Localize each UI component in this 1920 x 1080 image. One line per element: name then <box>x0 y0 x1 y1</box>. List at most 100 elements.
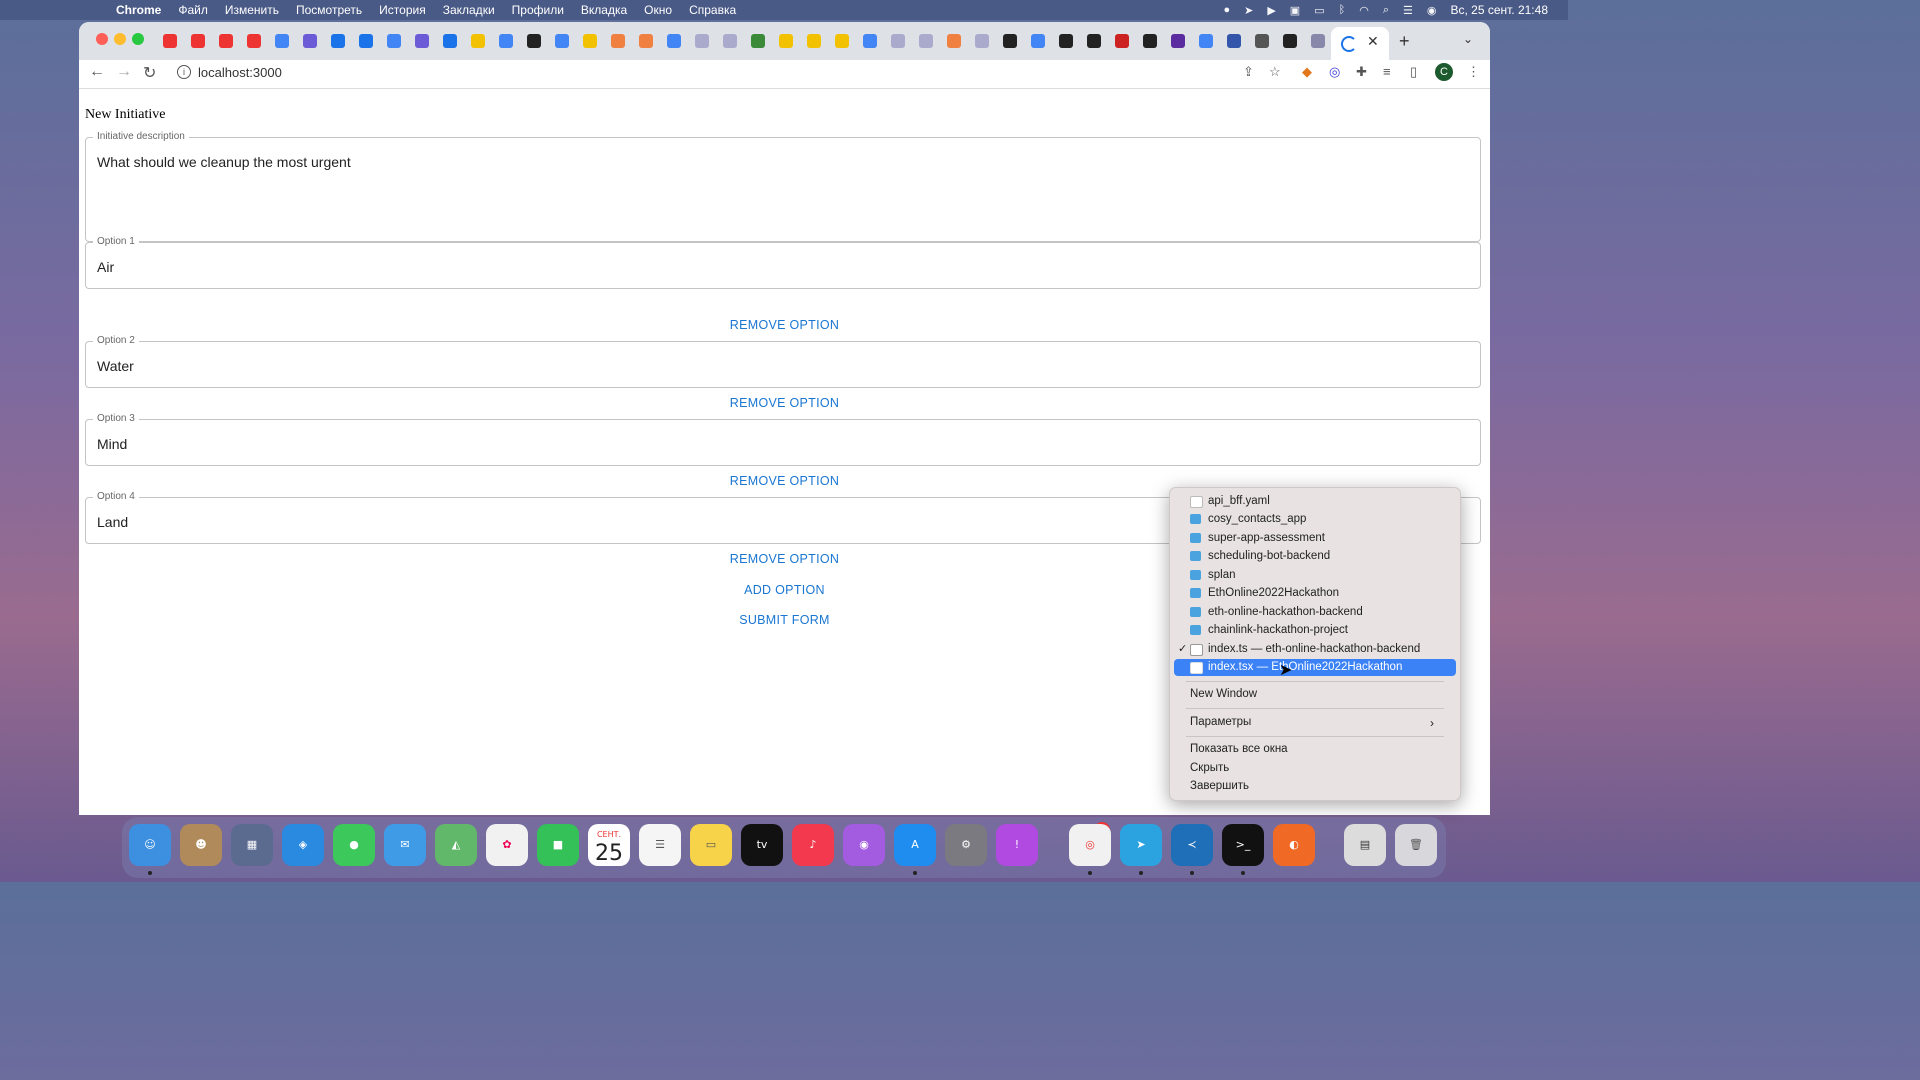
firefox-icon[interactable]: ◐ <box>1273 824 1315 866</box>
pinned-tab-favicon-icon[interactable] <box>331 34 345 48</box>
music-icon[interactable]: ♪ <box>792 824 834 866</box>
close-window-button[interactable] <box>96 33 108 45</box>
pinned-tab-favicon-icon[interactable] <box>219 34 233 48</box>
forward-icon[interactable]: → <box>116 63 132 81</box>
terminal-icon[interactable]: >_ <box>1222 824 1264 866</box>
recent-item-ethonline2022hackathon[interactable]: EthOnline2022Hackathon <box>1174 585 1456 602</box>
menu-app-name[interactable]: Chrome <box>116 3 161 17</box>
option-2-field[interactable]: Option 2 Water <box>85 335 1481 388</box>
pinned-tab-favicon-icon[interactable] <box>611 34 625 48</box>
chrome-icon[interactable]: ◎ <box>1069 824 1111 866</box>
finder-icon[interactable]: ☺ <box>129 824 171 866</box>
mail-icon[interactable]: ✉ <box>384 824 426 866</box>
reload-icon[interactable]: ↻ <box>143 63 156 83</box>
pinned-tab-favicon-icon[interactable] <box>163 34 177 48</box>
pinned-tab-favicon-icon[interactable] <box>1311 34 1325 48</box>
pinned-tab-favicon-icon[interactable] <box>275 34 289 48</box>
window-item-index-tsx[interactable]: index.tsx — EthOnline2022Hackathon <box>1174 659 1456 676</box>
pinned-tab-favicon-icon[interactable] <box>1283 34 1297 48</box>
menu-view[interactable]: Посмотреть <box>296 3 362 17</box>
address-bar[interactable]: i localhost:3000 <box>169 61 1309 85</box>
apple-tv-icon[interactable]: tv <box>741 824 783 866</box>
close-tab-icon[interactable]: ✕ <box>1367 33 1379 50</box>
menu-edit[interactable]: Изменить <box>225 3 279 17</box>
remove-option-2-button[interactable]: REMOVE OPTION <box>79 396 1490 410</box>
battery-icon[interactable]: ▭ <box>1314 4 1324 17</box>
option-3-value[interactable]: Mind <box>97 436 127 452</box>
pinned-tab-favicon-icon[interactable] <box>639 34 653 48</box>
recent-item-api-bff-yaml[interactable]: api_bff.yaml <box>1174 493 1456 510</box>
contacts-icon[interactable]: ☻ <box>180 824 222 866</box>
description-value[interactable]: What should we cleanup the most urgent <box>97 154 351 170</box>
menu-file[interactable]: Файл <box>178 3 208 17</box>
window-item-index-ts[interactable]: ✓ index.ts — eth-online-hackathon-backen… <box>1174 641 1456 658</box>
facetime-icon[interactable]: ■ <box>537 824 579 866</box>
menu-tab[interactable]: Вкладка <box>581 3 627 17</box>
calendar-icon[interactable]: СЕНТ. 25 <box>588 824 630 866</box>
pinned-tab-favicon-icon[interactable] <box>863 34 877 48</box>
trash-icon[interactable]: 🗑 <box>1395 824 1437 866</box>
pinned-tab-favicon-icon[interactable] <box>1171 34 1185 48</box>
pinned-tab-favicon-icon[interactable] <box>387 34 401 48</box>
system-settings-icon[interactable]: ⚙ <box>945 824 987 866</box>
telegram-icon[interactable]: ➤ <box>1120 824 1162 866</box>
pinned-tab-favicon-icon[interactable] <box>1199 34 1213 48</box>
pinned-tab-favicon-icon[interactable] <box>807 34 821 48</box>
recent-item-splan[interactable]: splan <box>1174 567 1456 584</box>
pinned-tab-favicon-icon[interactable] <box>471 34 485 48</box>
minimize-window-button[interactable] <box>114 33 126 45</box>
recent-item-scheduling-bot-backend[interactable]: scheduling-bot-backend <box>1174 548 1456 565</box>
pinned-tab-favicon-icon[interactable] <box>919 34 933 48</box>
pinned-tab-favicon-icon[interactable] <box>191 34 205 48</box>
metamask-extension-icon[interactable]: ◆ <box>1302 64 1312 80</box>
menu-clock[interactable]: Вс, 25 сент. 21:48 <box>1450 3 1548 17</box>
pinned-tab-favicon-icon[interactable] <box>695 34 709 48</box>
menu-help[interactable]: Справка <box>689 3 736 17</box>
profile-avatar[interactable]: C <box>1435 63 1453 81</box>
spotlight-search-icon[interactable]: ⌕ <box>1383 4 1389 17</box>
share-icon[interactable]: ⇪ <box>1243 64 1254 80</box>
zoom-window-button[interactable] <box>132 33 144 45</box>
launchpad-icon[interactable]: ▦ <box>231 824 273 866</box>
menu-history[interactable]: История <box>379 3 426 17</box>
extensions-puzzle-icon[interactable]: ✚ <box>1356 64 1367 80</box>
messages-icon[interactable]: ● <box>333 824 375 866</box>
photos-icon[interactable]: ✿ <box>486 824 528 866</box>
vscode-icon[interactable]: ≺ <box>1171 824 1213 866</box>
wifi-icon[interactable]: ◠ <box>1359 4 1369 17</box>
pinned-tab-favicon-icon[interactable] <box>975 34 989 48</box>
pinned-tab-favicon-icon[interactable] <box>415 34 429 48</box>
pinned-tab-favicon-icon[interactable] <box>359 34 373 48</box>
telegram-status-icon[interactable]: ➤ <box>1244 4 1253 17</box>
new-tab-icon[interactable]: + <box>1399 31 1410 52</box>
pinned-tab-favicon-icon[interactable] <box>891 34 905 48</box>
podcasts-icon[interactable]: ◉ <box>843 824 885 866</box>
pinned-tab-favicon-icon[interactable] <box>1059 34 1073 48</box>
pinned-tab-favicon-icon[interactable] <box>555 34 569 48</box>
safari-icon[interactable]: ◈ <box>282 824 324 866</box>
options-submenu-item[interactable]: Параметры › <box>1190 716 1446 730</box>
bluetooth-icon[interactable]: ᛒ <box>1339 4 1346 16</box>
recent-item-eth-online-hackathon-backend[interactable]: eth-online-hackathon-backend <box>1174 604 1456 621</box>
pinned-tab-favicon-icon[interactable] <box>303 34 317 48</box>
pinned-tab-favicon-icon[interactable] <box>583 34 597 48</box>
pinned-tab-favicon-icon[interactable] <box>443 34 457 48</box>
pinned-tab-favicon-icon[interactable] <box>751 34 765 48</box>
menu-window[interactable]: Окно <box>644 3 672 17</box>
option-1-value[interactable]: Air <box>97 259 114 275</box>
hide-item[interactable]: Скрыть <box>1190 762 1229 774</box>
new-window-item[interactable]: New Window <box>1190 688 1257 700</box>
pinned-tab-favicon-icon[interactable] <box>1087 34 1101 48</box>
pinned-tab-favicon-icon[interactable] <box>1227 34 1241 48</box>
pinned-tab-favicon-icon[interactable] <box>835 34 849 48</box>
notes-icon[interactable]: ▭ <box>690 824 732 866</box>
pinned-tab-favicon-icon[interactable] <box>1115 34 1129 48</box>
option-4-value[interactable]: Land <box>97 514 128 530</box>
pinned-tab-favicon-icon[interactable] <box>499 34 513 48</box>
pinned-tab-favicon-icon[interactable] <box>1143 34 1157 48</box>
option-1-field[interactable]: Option 1 Air <box>85 236 1481 289</box>
downloads-stack-icon[interactable]: ▤ <box>1344 824 1386 866</box>
control-center-icon[interactable]: ☰ <box>1403 4 1413 17</box>
app-store-icon[interactable]: A <box>894 824 936 866</box>
recent-item-cosy-contacts-app[interactable]: cosy_contacts_app <box>1174 511 1456 528</box>
